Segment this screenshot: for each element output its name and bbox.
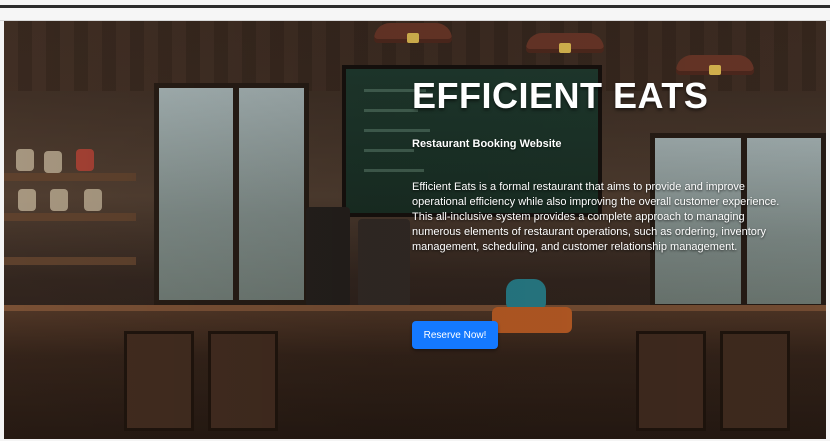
reserve-now-button[interactable]: Reserve Now! xyxy=(412,321,498,349)
hero-description: Efficient Eats is a formal restaurant th… xyxy=(412,181,780,253)
hero-subtitle: Restaurant Booking Website xyxy=(412,138,562,150)
browser-top-bar xyxy=(0,0,830,21)
top-divider xyxy=(0,5,830,8)
hero-title: EFFICIENT EATS xyxy=(412,75,709,116)
hero-content: EFFICIENT EATS Restaurant Booking Websit… xyxy=(412,76,784,255)
